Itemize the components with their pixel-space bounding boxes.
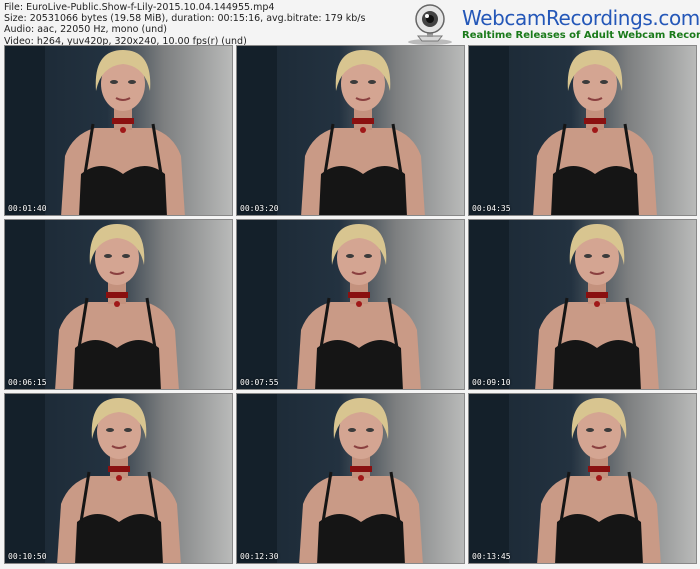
file-name-line: File: EuroLive-Public.Show-f-Lily-2015.1… [4, 2, 275, 13]
thumbnail-frame: 00:03:20 [236, 45, 465, 216]
file-size-line: Size: 20531066 bytes (19.58 MiB), durati… [4, 13, 366, 25]
frame-timestamp: 00:07:55 [240, 378, 279, 387]
thumbnail-frame: 00:07:55 [236, 219, 465, 390]
frame-timestamp: 00:04:35 [472, 204, 511, 213]
frame-timestamp: 00:06:15 [8, 378, 47, 387]
frame-image [5, 394, 181, 563]
thumbnail-frame: 00:10:50 [4, 393, 233, 564]
audio-info-line: Audio: aac, 22050 Hz, mono (und) [4, 24, 167, 36]
thumbnail-frame: 00:04:35 [468, 45, 697, 216]
frame-image [5, 220, 179, 389]
frame-timestamp: 00:10:50 [8, 552, 47, 561]
frame-image [5, 46, 185, 215]
frame-timestamp: 00:12:30 [240, 552, 279, 561]
thumbnail-frame: 00:06:15 [4, 219, 233, 390]
logo-tagline: Realtime Releases of Adult Webcam Record… [462, 30, 700, 41]
frame-timestamp: 00:09:10 [472, 378, 511, 387]
frame-timestamp: 00:03:20 [240, 204, 279, 213]
frame-image [469, 394, 661, 563]
frame-image [237, 46, 425, 215]
frame-image [469, 220, 659, 389]
thumbnail-frame: 00:01:40 [4, 45, 233, 216]
site-logo: WebcamRecordings.com Realtime Releases o… [400, 2, 700, 46]
webcam-icon [408, 4, 452, 45]
frame-image [237, 220, 421, 389]
logo-brand-text: WebcamRecordings.com [462, 6, 700, 30]
frame-timestamp: 00:13:45 [472, 552, 511, 561]
file-info-header: File: EuroLive-Public.Show-f-Lily-2015.1… [4, 2, 365, 47]
frame-timestamp: 00:01:40 [8, 204, 47, 213]
frame-image [469, 46, 657, 215]
frame-image [237, 394, 423, 563]
thumbnail-frame: 00:13:45 [468, 393, 697, 564]
thumbnail-frame: 00:12:30 [236, 393, 465, 564]
thumbnail-frame: 00:09:10 [468, 219, 697, 390]
